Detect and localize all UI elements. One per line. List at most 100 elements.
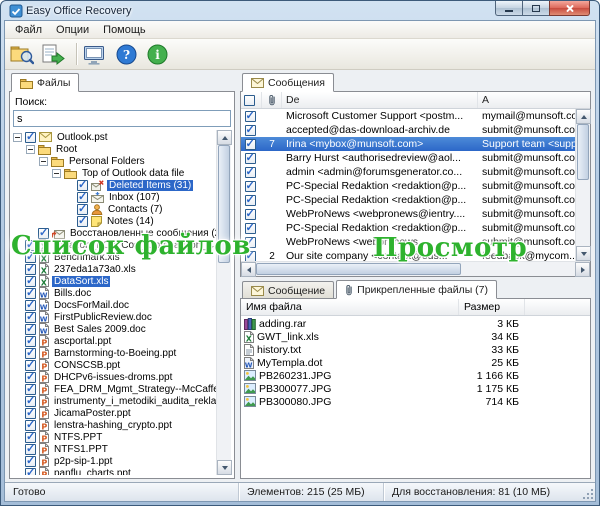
scroll-right-button[interactable] xyxy=(575,262,590,277)
message-row[interactable]: WebProNews <webpronews@ientry....submit@… xyxy=(241,207,575,221)
tree-item[interactable]: PNTFS.PPT xyxy=(13,431,216,443)
menu-options[interactable]: Опции xyxy=(49,23,96,37)
attachment-row[interactable]: PB260231.JPG1 166 КБ xyxy=(241,369,590,382)
tree-item[interactable]: Deleted Items (31) xyxy=(13,179,216,191)
titlebar[interactable]: Easy Office Recovery xyxy=(4,1,596,20)
menu-file[interactable]: Файл xyxy=(8,23,49,37)
recover-button[interactable] xyxy=(40,41,69,68)
tree-item[interactable]: Pp2p-sip-1.ppt xyxy=(13,455,216,467)
message-checkbox[interactable] xyxy=(245,181,256,192)
tree-item[interactable]: Pascportal.ppt xyxy=(13,335,216,347)
resize-grip[interactable] xyxy=(580,486,593,499)
attachment-row[interactable]: PB300077.JPG1 175 КБ xyxy=(241,382,590,395)
tree-item[interactable]: Top of Outlook data file xyxy=(13,167,216,179)
scroll-thumb[interactable] xyxy=(218,145,230,263)
tree-item[interactable]: WDocsForMail.doc xyxy=(13,299,216,311)
tab-message[interactable]: Сообщение xyxy=(242,281,334,299)
tree-item[interactable]: Root xyxy=(13,143,216,155)
tree-item-checkbox[interactable] xyxy=(25,132,36,143)
tree-item[interactable]: PDHCPv6-issues-droms.ppt xyxy=(13,371,216,383)
collapse-icon[interactable] xyxy=(26,145,35,154)
attachment-row[interactable]: history.txt33 КБ xyxy=(241,343,590,356)
column-from[interactable]: De xyxy=(282,92,478,108)
tree-item[interactable]: Ppanflu_charts.ppt xyxy=(13,467,216,475)
messages-hscrollbar[interactable] xyxy=(241,261,590,276)
scroll-down-button[interactable] xyxy=(217,460,232,475)
preview-button[interactable] xyxy=(82,41,111,68)
tree-item[interactable]: Outlook.pst xyxy=(13,131,216,143)
open-file-button[interactable] xyxy=(9,41,38,68)
column-size[interactable]: Размер xyxy=(459,299,525,315)
scroll-thumb[interactable] xyxy=(256,263,461,275)
column-filename[interactable]: Имя файла xyxy=(241,299,459,315)
tree-item[interactable]: Plenstra-hashing_crypto.ppt xyxy=(13,419,216,431)
scroll-down-button[interactable] xyxy=(576,246,591,261)
tree-item[interactable]: X237eda1a73a0.xls xyxy=(13,263,216,275)
message-checkbox[interactable] xyxy=(245,111,256,122)
tree-item[interactable]: XAmazon_EC2_Cost_Comparison_Calculato xyxy=(13,239,216,251)
message-row[interactable]: accepted@das-download-archiv.desubmit@mu… xyxy=(241,123,575,137)
collapse-icon[interactable] xyxy=(13,133,22,142)
tree-item[interactable]: Pinstrumenty_i_metodiki_audita_reklamny xyxy=(13,395,216,407)
tree-item[interactable]: PCONSCSB.ppt xyxy=(13,359,216,371)
message-row[interactable]: Barry Hurst <authorisedreview@aol...subm… xyxy=(241,151,575,165)
message-row[interactable]: 2Our site company <contact@eds...feedbac… xyxy=(241,249,575,261)
about-button[interactable]: i xyxy=(144,41,173,68)
message-checkbox[interactable] xyxy=(245,139,256,150)
attachment-row[interactable]: adding.rar3 КБ xyxy=(241,317,590,330)
scroll-thumb[interactable] xyxy=(577,124,589,180)
tab-messages[interactable]: Сообщения xyxy=(242,73,334,92)
tree-item[interactable]: XBenchmark.xls xyxy=(13,251,216,263)
message-row[interactable]: PC-Special Redaktion <redaktion@p...subm… xyxy=(241,179,575,193)
scroll-up-button[interactable] xyxy=(576,109,591,124)
collapse-icon[interactable] xyxy=(52,169,61,178)
close-button[interactable] xyxy=(549,1,590,16)
message-checkbox[interactable] xyxy=(245,223,256,234)
messages-scrollbar[interactable] xyxy=(575,109,590,261)
column-to[interactable]: A xyxy=(478,92,590,108)
minimize-button[interactable] xyxy=(495,1,522,16)
tree-item[interactable]: Восстановленные сообщения (22) xyxy=(13,227,216,239)
tree-item[interactable]: WFirstPublicReview.doc xyxy=(13,311,216,323)
message-row[interactable]: 7Irina <mybox@munsoft.com>Support team <… xyxy=(241,137,575,151)
tree-item[interactable]: XDataSort.xls xyxy=(13,275,216,287)
tree-item[interactable]: PJicamaPoster.ppt xyxy=(13,407,216,419)
tree-item[interactable]: PNTFS1.PPT xyxy=(13,443,216,455)
tree-item[interactable]: PBarnstorming-to-Boeing.ppt xyxy=(13,347,216,359)
collapse-icon[interactable] xyxy=(39,157,48,166)
tree-item[interactable]: Personal Folders xyxy=(13,155,216,167)
message-checkbox[interactable] xyxy=(245,195,256,206)
message-row[interactable]: admin <admin@forumsgenerator.co...submit… xyxy=(241,165,575,179)
scroll-track[interactable] xyxy=(576,124,590,246)
tree-item[interactable]: PFEA_DRM_Mgmt_Strategy--McCaffery_20 xyxy=(13,383,216,395)
message-checkbox[interactable] xyxy=(245,167,256,178)
tab-files[interactable]: Файлы xyxy=(11,73,79,92)
scroll-track[interactable] xyxy=(217,145,231,460)
attachment-row[interactable]: WMyTempla.dot25 КБ xyxy=(241,356,590,369)
tree-item-checkbox[interactable] xyxy=(25,468,36,476)
message-checkbox[interactable] xyxy=(245,237,256,248)
search-input[interactable] xyxy=(13,110,231,127)
scroll-left-button[interactable] xyxy=(241,262,256,277)
message-row[interactable]: Microsoft Customer Support <postm...myma… xyxy=(241,109,575,123)
message-row[interactable]: WebProNews <webpronews...submit@munsoft.… xyxy=(241,235,575,249)
tree-scrollbar[interactable] xyxy=(216,130,231,475)
tree-item-checkbox[interactable] xyxy=(77,216,88,227)
message-row[interactable]: PC-Special Redaktion <redaktion@p...subm… xyxy=(241,221,575,235)
message-checkbox[interactable] xyxy=(245,125,256,136)
attachment-row[interactable]: PB300080.JPG714 КБ xyxy=(241,395,590,408)
menu-help[interactable]: Помощь xyxy=(96,23,153,37)
help-button[interactable]: ? xyxy=(113,41,142,68)
tab-attachments[interactable]: Прикрепленные файлы (7) xyxy=(336,280,497,299)
maximize-button[interactable] xyxy=(522,1,549,16)
attachment-row[interactable]: XGWT_link.xls34 КБ xyxy=(241,330,590,343)
message-checkbox[interactable] xyxy=(245,153,256,164)
scroll-track[interactable] xyxy=(256,262,575,276)
message-row[interactable]: PC-Special Redaktion <redaktion@p...subm… xyxy=(241,193,575,207)
scroll-up-button[interactable] xyxy=(217,130,232,145)
select-all-checkbox[interactable] xyxy=(244,95,255,106)
tree-item-checkbox[interactable] xyxy=(38,228,49,239)
message-checkbox[interactable] xyxy=(245,209,256,220)
tree-item[interactable]: WBest Sales 2009.doc xyxy=(13,323,216,335)
tree-item[interactable]: Inbox (107) xyxy=(13,191,216,203)
